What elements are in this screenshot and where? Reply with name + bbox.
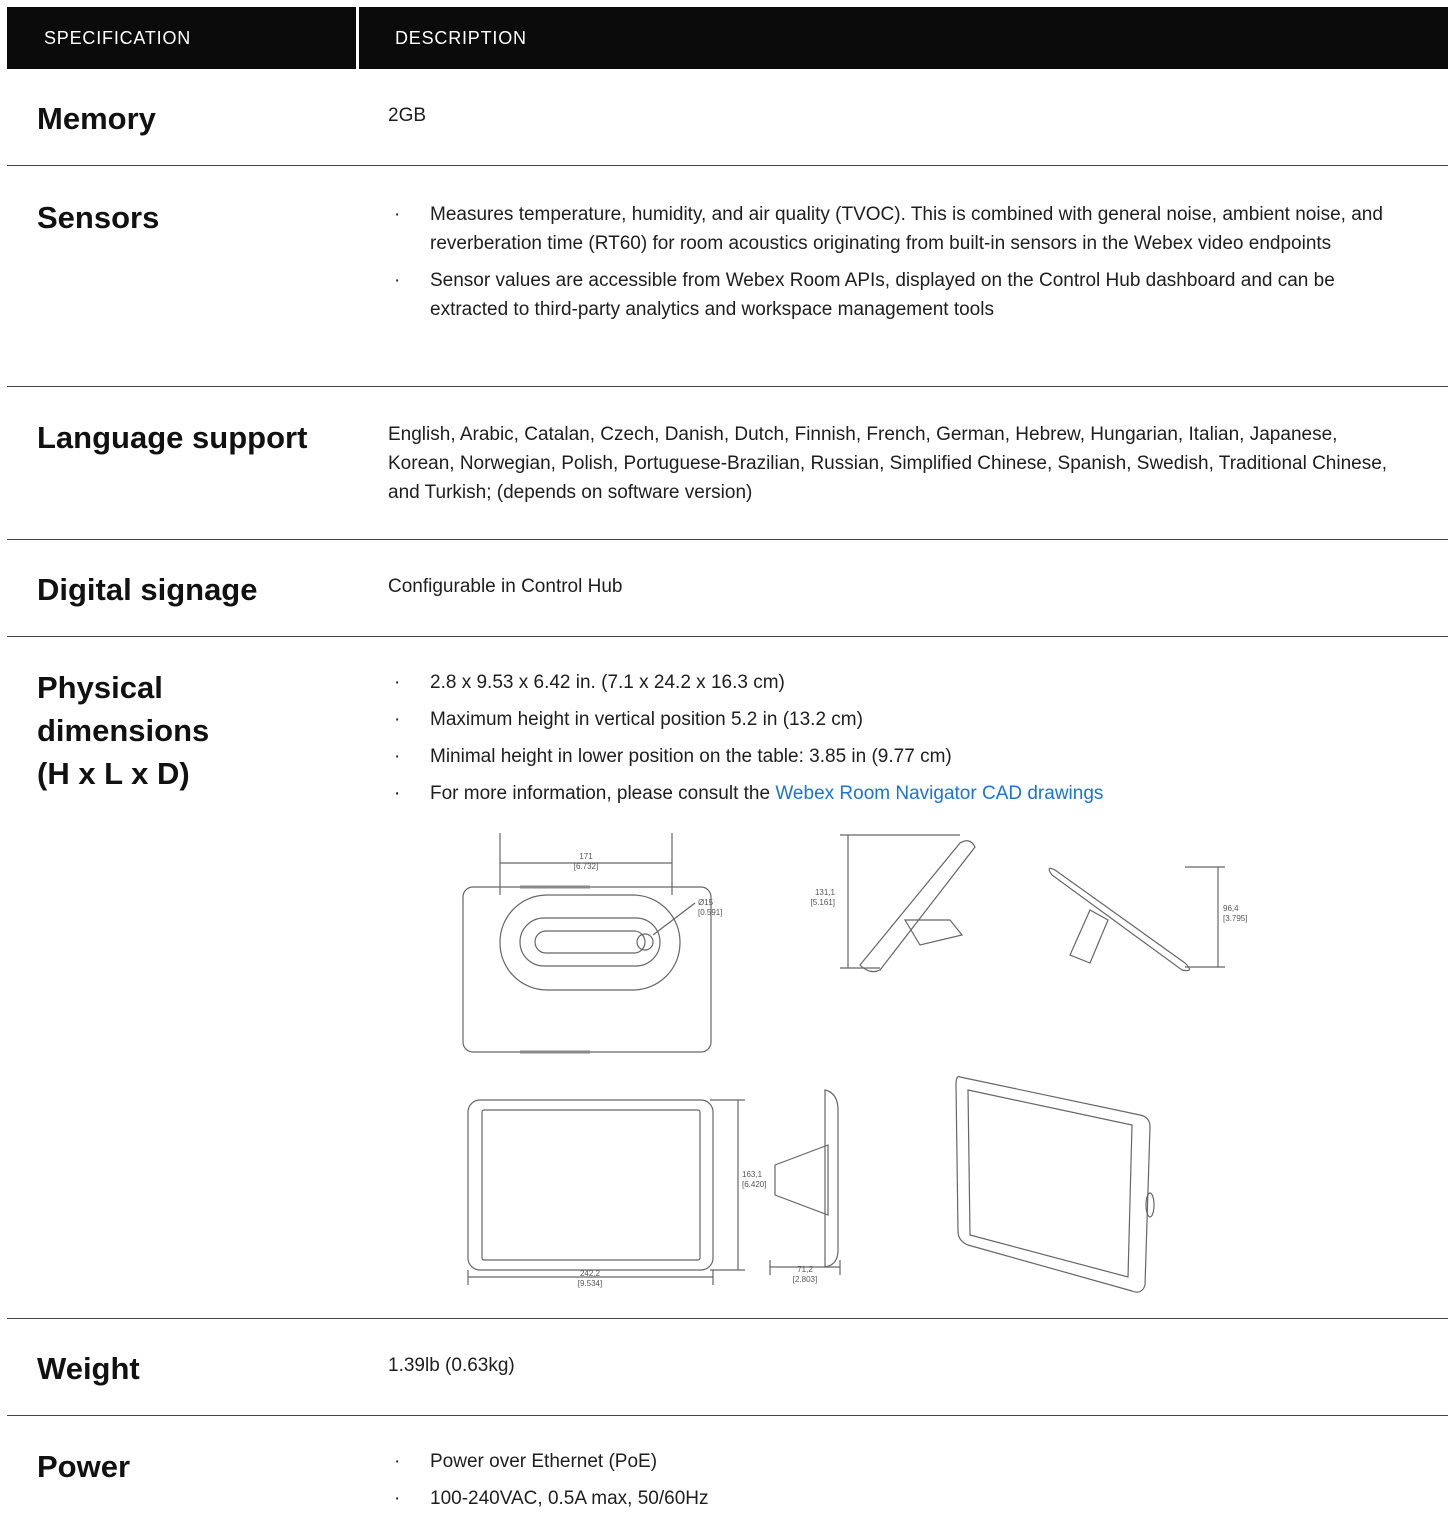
dim-label: [2.803] (793, 1275, 817, 1284)
weight-value: 1.39lb (0.63kg) (388, 1355, 515, 1376)
list-item: · Maximum height in vertical position 5.2… (394, 709, 863, 730)
dim-label: 96,4 (1223, 904, 1239, 913)
dim-label: 131,1 (815, 888, 836, 897)
cad-drawings-link[interactable]: Webex Room Navigator CAD drawings (775, 783, 1103, 804)
row-divider (7, 636, 1448, 637)
list-item: · For more information, please consult th… (394, 783, 1104, 804)
row-divider (7, 1318, 1448, 1319)
list-item: · Measures temperature, humidity, and air… (394, 204, 1383, 254)
header-specification: SPECIFICATION (44, 27, 192, 48)
dim-label: 71,2 (797, 1265, 813, 1274)
power-label: Power (37, 1449, 131, 1484)
dim-label: 171 (579, 852, 593, 861)
dim-label: [3.795] (1223, 914, 1247, 923)
weight-label: Weight (37, 1351, 140, 1386)
list-item: · Power over Ethernet (PoE) (394, 1451, 658, 1472)
row-divider (7, 539, 1448, 540)
list-item: · Sensor values are accessible from Webex… (394, 270, 1335, 320)
language-value: English, Arabic, Catalan, Czech, Danish,… (388, 424, 1388, 503)
memory-label: Memory (37, 101, 156, 136)
physical-list: · 2.8 x 9.53 x 6.42 in. (7.1 x 24.2 x 16.… (388, 668, 1398, 816)
dim-label: [0.591] (698, 908, 722, 917)
physical-label: Physical dimensions (H x L x D) (37, 670, 210, 791)
dim-label: [6.420] (742, 1180, 766, 1189)
dim-label: 163,1 (742, 1170, 763, 1179)
sensors-list: · Measures temperature, humidity, and air… (388, 200, 1408, 332)
dim-label: [9.534] (578, 1279, 602, 1288)
dim-label: Ø15 (698, 898, 714, 907)
cad-drawings-image: 171 [6.732] Ø15 [0.591] 131,1 [5.161] 96… (462, 833, 1247, 1293)
language-label: Language support (37, 420, 308, 455)
dim-label: 242,2 (580, 1269, 601, 1278)
list-item: · Minimal height in lower position on the… (394, 746, 952, 767)
row-divider (7, 1415, 1448, 1416)
list-item: · 2.8 x 9.53 x 6.42 in. (7.1 x 24.2 x 16.… (394, 672, 785, 693)
signage-value: Configurable in Control Hub (388, 576, 623, 597)
header-description: DESCRIPTION (395, 27, 527, 48)
dim-label: [5.161] (811, 898, 835, 907)
sensors-label: Sensors (37, 200, 160, 235)
memory-value: 2GB (388, 105, 427, 126)
row-divider (7, 386, 1448, 387)
list-item: · 100-240VAC, 0.5A max, 50/60Hz (394, 1488, 709, 1509)
signage-label: Digital signage (37, 572, 258, 607)
dim-label: [6.732] (574, 862, 598, 871)
table-header: SPECIFICATION DESCRIPTION (7, 7, 1448, 69)
power-list: · Power over Ethernet (PoE) · 100-240VAC, … (388, 1447, 1398, 1521)
row-divider (7, 165, 1448, 166)
